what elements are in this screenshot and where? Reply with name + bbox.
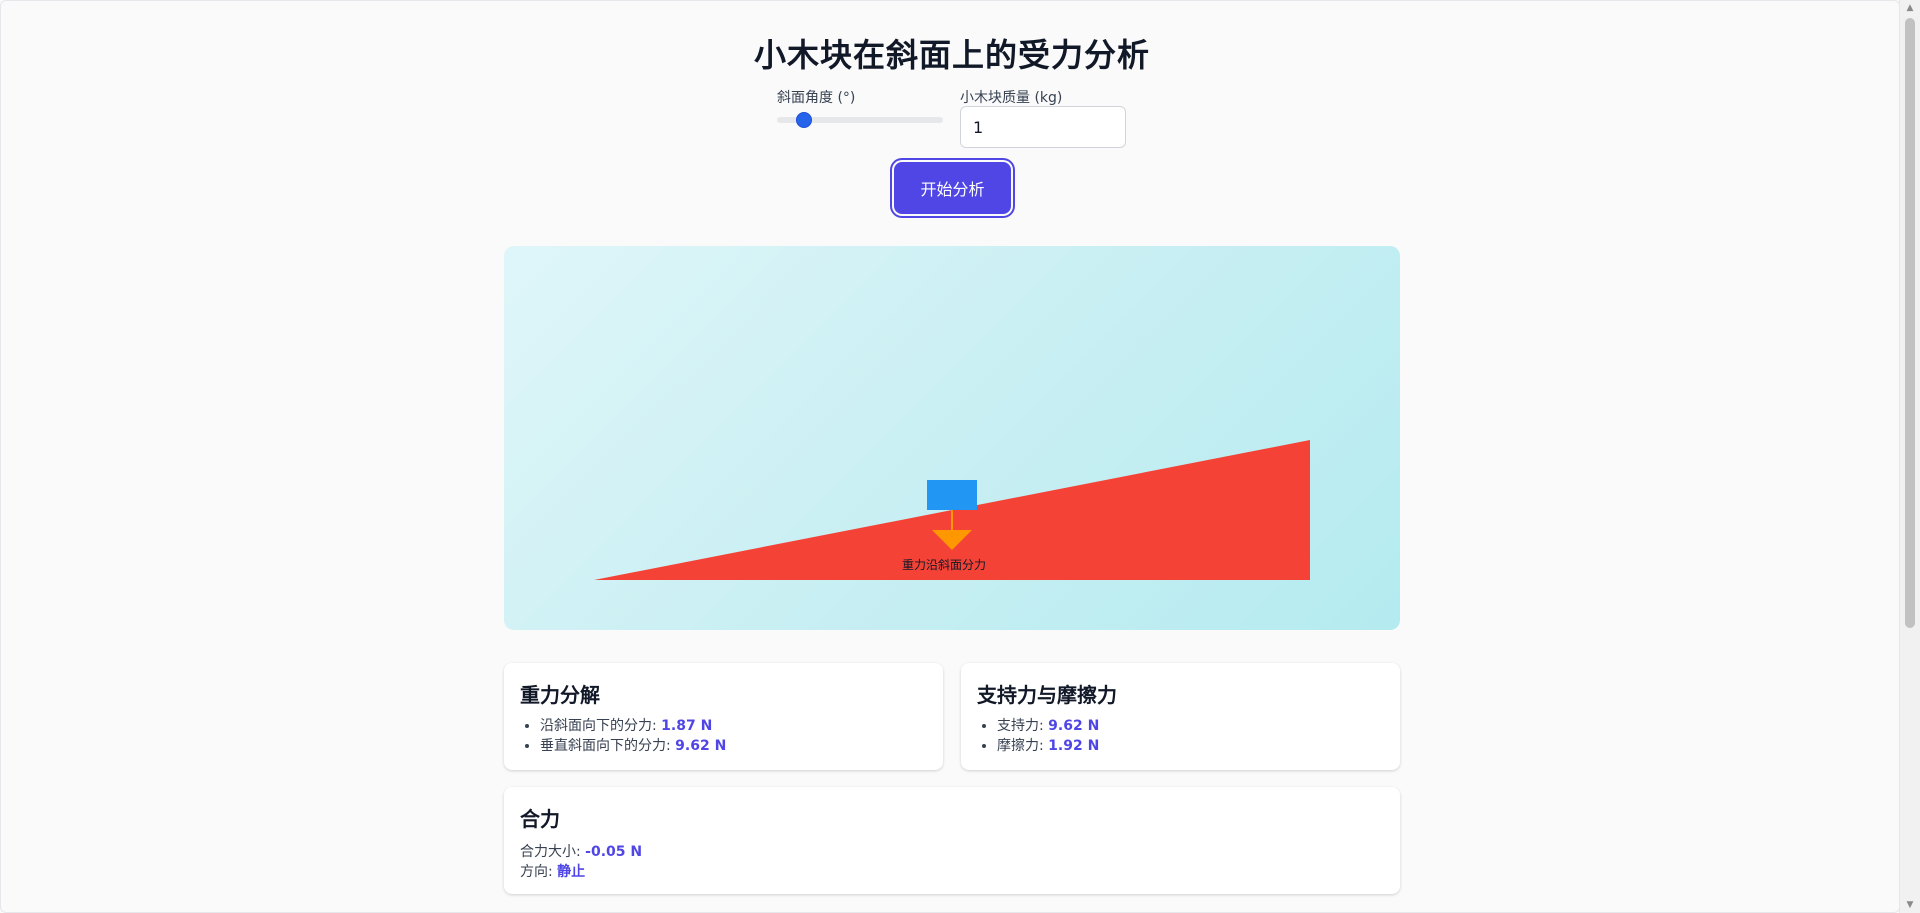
list-item: 支持力: 9.62 N — [997, 716, 1384, 736]
vertical-scrollbar[interactable]: ▲ ▼ — [1899, 0, 1920, 913]
wooden-block — [927, 480, 977, 510]
item-label: 摩擦力: — [997, 738, 1044, 754]
net-magnitude-value: -0.05 N — [585, 844, 643, 860]
mass-label: 小木块质量 (kg) — [960, 90, 1063, 106]
scroll-up-icon[interactable]: ▲ — [1900, 0, 1920, 16]
net-force-card: 合力 合力大小: -0.05 N 方向: 静止 — [504, 787, 1400, 894]
gravity-card-title: 重力分解 — [520, 683, 600, 707]
net-direction-line: 方向: 静止 — [520, 862, 1384, 882]
item-value: 9.62 N — [675, 738, 727, 754]
scrollbar-thumb[interactable] — [1905, 18, 1915, 628]
net-direction-label: 方向: — [520, 864, 553, 880]
item-value: 1.87 N — [661, 718, 713, 734]
gravity-list: 沿斜面向下的分力: 1.87 N 垂直斜面向下的分力: 9.62 N — [520, 716, 927, 756]
support-list: 支持力: 9.62 N 摩擦力: 1.92 N — [977, 716, 1384, 756]
net-direction-value: 静止 — [557, 864, 586, 880]
net-magnitude-line: 合力大小: -0.05 N — [520, 842, 1384, 862]
support-friction-card: 支持力与摩擦力 支持力: 9.62 N 摩擦力: 1.92 N — [961, 663, 1400, 770]
list-item: 垂直斜面向下的分力: 9.62 N — [540, 736, 927, 756]
angle-slider[interactable] — [777, 112, 943, 128]
item-value: 1.92 N — [1048, 738, 1100, 754]
support-card-title: 支持力与摩擦力 — [977, 683, 1117, 707]
force-label: 重力沿斜面分力 — [902, 558, 986, 572]
angle-label: 斜面角度 (°) — [777, 90, 856, 106]
gravity-decomposition-card: 重力分解 沿斜面向下的分力: 1.87 N 垂直斜面向下的分力: 9.62 N — [504, 663, 943, 770]
item-label: 垂直斜面向下的分力: — [540, 738, 671, 754]
list-item: 沿斜面向下的分力: 1.87 N — [540, 716, 927, 736]
incline-diagram: 重力沿斜面分力 — [594, 440, 1310, 580]
list-item: 摩擦力: 1.92 N — [997, 736, 1384, 756]
mass-input[interactable] — [960, 106, 1126, 148]
simulation-canvas: 重力沿斜面分力 — [504, 246, 1400, 630]
net-card-title: 合力 — [520, 807, 560, 831]
angle-slider-thumb[interactable] — [796, 112, 812, 128]
page-title: 小木块在斜面上的受力分析 — [753, 36, 1150, 74]
net-magnitude-label: 合力大小: — [520, 844, 581, 860]
item-label: 沿斜面向下的分力: — [540, 718, 657, 734]
item-value: 9.62 N — [1048, 718, 1100, 734]
item-label: 支持力: — [997, 718, 1044, 734]
scroll-down-icon[interactable]: ▼ — [1900, 897, 1920, 913]
start-analysis-button[interactable]: 开始分析 — [894, 162, 1011, 214]
